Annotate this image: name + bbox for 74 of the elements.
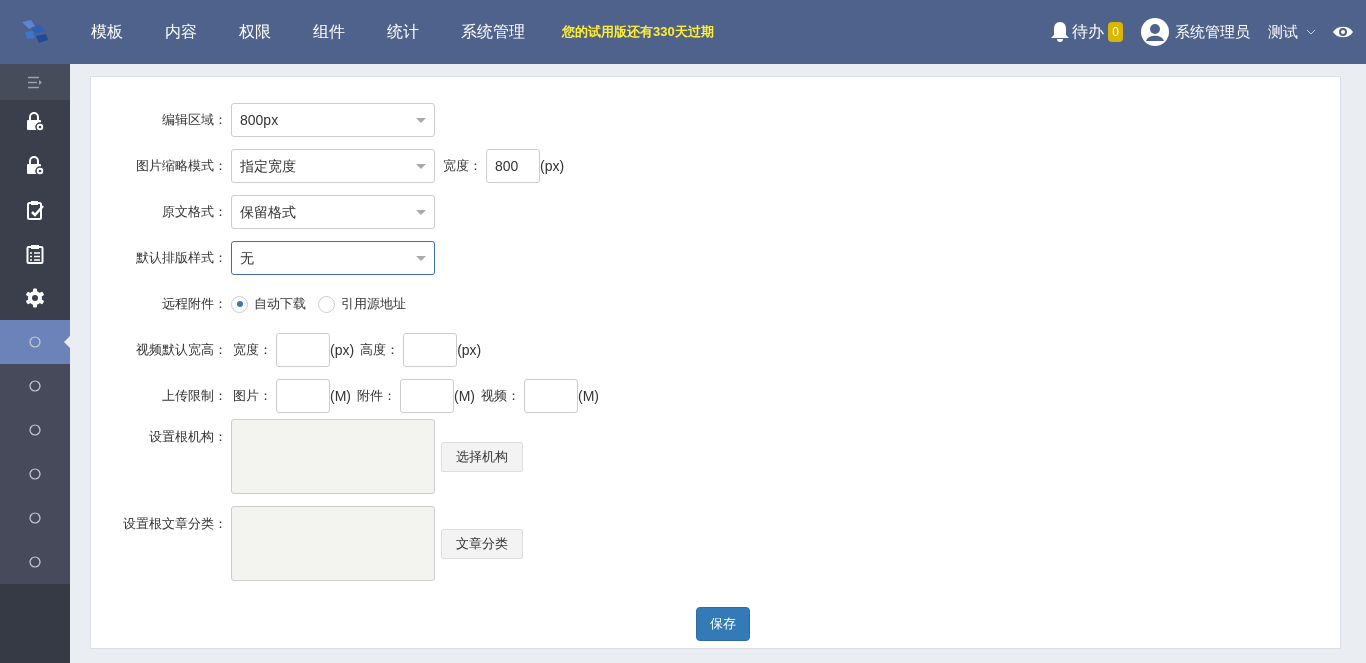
eye-icon[interactable] — [1332, 25, 1354, 39]
select-button[interactable]: 选择机构 — [441, 442, 523, 472]
field-label: 上传限制： — [161, 387, 227, 406]
settings-icon — [25, 288, 45, 308]
nav-item[interactable]: 组件 — [292, 20, 366, 44]
nav-item[interactable]: 模板 — [70, 20, 144, 44]
caret-icon — [416, 209, 426, 215]
bell-icon — [1050, 21, 1071, 43]
field-label: 原文格式： — [161, 203, 227, 222]
select-field[interactable]: 保留格式 — [231, 195, 435, 229]
caret-icon — [416, 255, 426, 261]
avatar-icon[interactable] — [1141, 18, 1169, 46]
caret-icon — [416, 117, 426, 123]
radio-button[interactable] — [231, 295, 248, 313]
input-field[interactable]: 800 — [486, 149, 540, 183]
sidebar-item[interactable] — [0, 276, 70, 320]
radio-label: 自动下载 — [254, 295, 306, 314]
text-area[interactable] — [231, 419, 435, 494]
unit-label: (px) — [457, 340, 482, 360]
input-field[interactable] — [276, 379, 330, 413]
lock-gear-icon — [25, 156, 45, 176]
field-label: 设置根文章分类： — [122, 515, 227, 533]
radio-button[interactable] — [318, 295, 335, 313]
todo-link[interactable]: 待办 — [1072, 20, 1105, 44]
field-label: 宽度： — [233, 341, 272, 360]
nav-item[interactable]: 内容 — [144, 20, 218, 44]
field-label: 视频： — [481, 387, 520, 406]
field-label: 高度： — [360, 341, 400, 360]
lock-gear-icon — [25, 112, 45, 132]
field-label: 图片缩略模式： — [135, 157, 227, 176]
sidebar-item[interactable] — [0, 100, 70, 144]
chevron-down-icon[interactable] — [1306, 29, 1316, 35]
field-label: 视频默认宽高： — [135, 341, 227, 360]
nav-item[interactable]: 权限 — [218, 20, 292, 44]
field-label: 图片： — [233, 387, 272, 406]
input-field[interactable] — [403, 333, 458, 367]
caret-icon — [416, 163, 426, 169]
clipboard-check-icon — [26, 200, 44, 220]
field-label: 编辑区域： — [161, 111, 227, 130]
radio-label: 引用源地址 — [341, 295, 406, 314]
circle-icon — [29, 424, 41, 436]
circle-icon — [29, 512, 41, 524]
trial-notice: 您的试用版还有330天过期 — [562, 23, 714, 42]
menu-collapse-icon[interactable] — [27, 75, 43, 89]
unit-label: (M) — [578, 386, 599, 406]
circle-icon — [29, 468, 41, 480]
save-button[interactable]: 保存 — [695, 607, 750, 641]
select-field[interactable]: 指定宽度 — [231, 149, 435, 183]
count-badge: 0 — [1108, 22, 1123, 42]
nav-item[interactable]: 统计 — [366, 20, 440, 44]
input-field[interactable] — [524, 379, 578, 413]
field-label: 设置根机构： — [148, 428, 227, 446]
field-label: 默认排版样式： — [135, 249, 227, 268]
unit-label: (M) — [330, 386, 351, 406]
field-label: 附件： — [357, 387, 396, 406]
circle-icon — [29, 380, 41, 392]
circle-icon — [29, 556, 41, 568]
select-field[interactable]: 800px — [231, 103, 435, 137]
menu-dropdown[interactable]: 测试 — [1268, 20, 1298, 44]
nav-item[interactable]: 系统管理 — [440, 20, 546, 44]
user-name[interactable]: 系统管理员 — [1175, 20, 1250, 44]
clipboard-list-icon — [26, 244, 44, 264]
pointer-icon — [64, 336, 70, 348]
select-field[interactable]: 无 — [231, 241, 435, 275]
input-field[interactable] — [400, 379, 454, 413]
input-field[interactable] — [276, 333, 330, 367]
unit-label: (M) — [454, 386, 475, 406]
unit-label: (px) — [330, 340, 355, 360]
text-area[interactable] — [231, 506, 435, 581]
field-label: 远程附件： — [161, 295, 227, 314]
unit-label: (px) — [540, 156, 565, 176]
select-button[interactable]: 文章分类 — [441, 529, 523, 559]
field-label: 宽度： — [443, 157, 482, 176]
circle-icon — [29, 336, 41, 348]
